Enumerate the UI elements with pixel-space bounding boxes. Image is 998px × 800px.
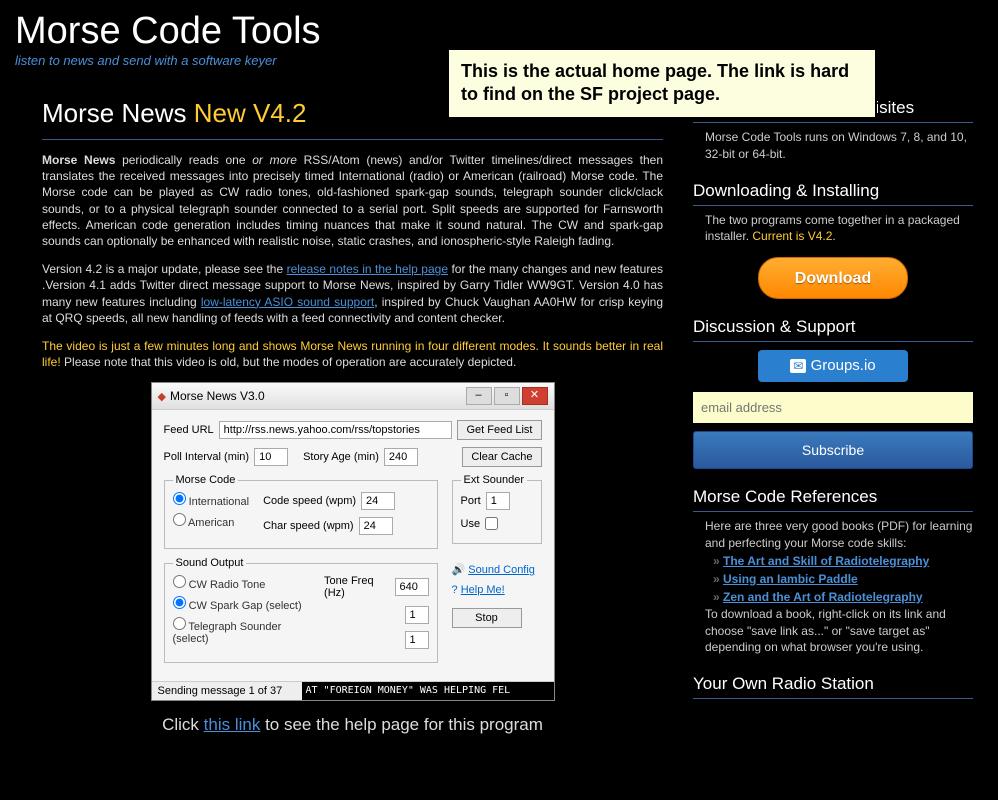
divider <box>42 139 663 140</box>
clear-cache-button[interactable]: Clear Cache <box>462 447 541 467</box>
story-age-input[interactable] <box>384 448 418 466</box>
references-heading: Morse Code References <box>693 487 973 512</box>
radio-heading: Your Own Radio Station <box>693 674 973 699</box>
use-label: Use <box>461 518 481 530</box>
app-icon: ◆ <box>158 391 166 403</box>
download-heading: Downloading & Installing <box>693 181 973 206</box>
tel-sounder-radio[interactable] <box>173 617 186 630</box>
callout-box: This is the actual home page. The link i… <box>447 48 877 119</box>
window-title: Morse News V3.0 <box>170 389 265 403</box>
status-ticker: AT "FOREIGN MONEY" WAS HELPING FEL <box>302 682 554 700</box>
speaker-icon: 🔊 <box>452 564 466 576</box>
download-text: The two programs come together in a pack… <box>693 212 973 246</box>
story-age-label: Story Age (min) <box>303 451 379 463</box>
poll-label: Poll Interval (min) <box>164 451 250 463</box>
asio-link[interactable]: low-latency ASIO sound support <box>201 295 374 309</box>
os-text: Morse Code Tools runs on Windows 7, 8, a… <box>693 129 973 163</box>
ext-legend: Ext Sounder <box>461 474 528 486</box>
sound-legend: Sound Output <box>173 557 247 569</box>
help-page-link[interactable]: this link <box>204 715 261 734</box>
video-note: The video is just a few minutes long and… <box>42 338 663 370</box>
ref-link-2[interactable]: Using an Iambic Paddle <box>723 572 858 586</box>
release-notes-link[interactable]: release notes in the help page <box>287 262 448 276</box>
code-speed-input[interactable] <box>361 492 395 510</box>
feed-url-input[interactable] <box>219 421 453 439</box>
ext-sounder-fieldset: Ext Sounder Port Use <box>452 474 542 544</box>
morse-legend: Morse Code <box>173 474 239 486</box>
cw-spark-radio[interactable] <box>173 596 186 609</box>
references-note: To download a book, right-click on its l… <box>693 606 973 656</box>
port-input[interactable] <box>486 492 510 510</box>
site-title: Morse Code Tools <box>15 10 983 53</box>
char-speed-input[interactable] <box>359 517 393 535</box>
feed-url-label: Feed URL <box>164 424 214 436</box>
help-page-text: Click this link to see the help page for… <box>42 715 663 735</box>
morse-code-fieldset: Morse Code International American Code s… <box>164 474 438 549</box>
port-label: Port <box>461 495 481 507</box>
app-screenshot: ◆ Morse News V3.0 – ▫ ✕ Feed URL Get Feed… <box>151 382 555 701</box>
code-speed-label: Code speed (wpm) <box>263 495 356 507</box>
ref-link-3[interactable]: Zen and the Art of Radiotelegraphy <box>723 590 923 604</box>
ref-link-1[interactable]: The Art and Skill of Radiotelegraphy <box>723 554 929 568</box>
intl-radio[interactable] <box>173 492 186 505</box>
statusbar: Sending message 1 of 37 AT "FOREIGN MONE… <box>152 681 554 700</box>
close-button[interactable]: ✕ <box>522 387 548 405</box>
groups-io-button[interactable]: ✉ Groups.io <box>758 350 908 382</box>
download-button[interactable]: Download <box>758 257 908 299</box>
poll-input[interactable] <box>254 448 288 466</box>
references-intro: Here are three very good books (PDF) for… <box>693 518 973 552</box>
sound-output-fieldset: Sound Output CW Radio Tone CW Spark Gap … <box>164 557 438 663</box>
main-content: Morse News New V4.2 Morse News periodica… <box>42 98 663 735</box>
sound-config-link[interactable]: Sound Config <box>468 564 535 576</box>
email-input[interactable] <box>693 392 973 423</box>
tone-freq-input[interactable] <box>395 578 429 596</box>
get-feed-button[interactable]: Get Feed List <box>457 420 541 440</box>
version-paragraph: Version 4.2 is a major update, please se… <box>42 261 663 326</box>
tel-sel-input[interactable] <box>405 631 429 649</box>
mail-icon: ✉ <box>790 359 806 373</box>
status-left: Sending message 1 of 37 <box>152 682 302 700</box>
american-radio[interactable] <box>173 513 186 526</box>
sidebar: OS Support & Pre-Requisites Morse Code T… <box>693 98 973 735</box>
subscribe-button[interactable]: Subscribe <box>693 431 973 469</box>
titlebar: ◆ Morse News V3.0 – ▫ ✕ <box>152 383 554 410</box>
cw-tone-radio[interactable] <box>173 575 186 588</box>
maximize-button[interactable]: ▫ <box>494 387 520 405</box>
use-checkbox[interactable] <box>485 517 498 530</box>
help-me-link[interactable]: Help Me! <box>461 584 505 596</box>
spark-sel-input[interactable] <box>405 606 429 624</box>
minimize-button[interactable]: – <box>466 387 492 405</box>
stop-button[interactable]: Stop <box>452 608 522 628</box>
char-speed-label: Char speed (wpm) <box>263 520 353 532</box>
tone-freq-label: Tone Freq (Hz) <box>324 575 389 599</box>
discussion-heading: Discussion & Support <box>693 317 973 342</box>
intro-paragraph: Morse News periodically reads one or mor… <box>42 152 663 249</box>
help-icon: ? <box>452 584 458 596</box>
